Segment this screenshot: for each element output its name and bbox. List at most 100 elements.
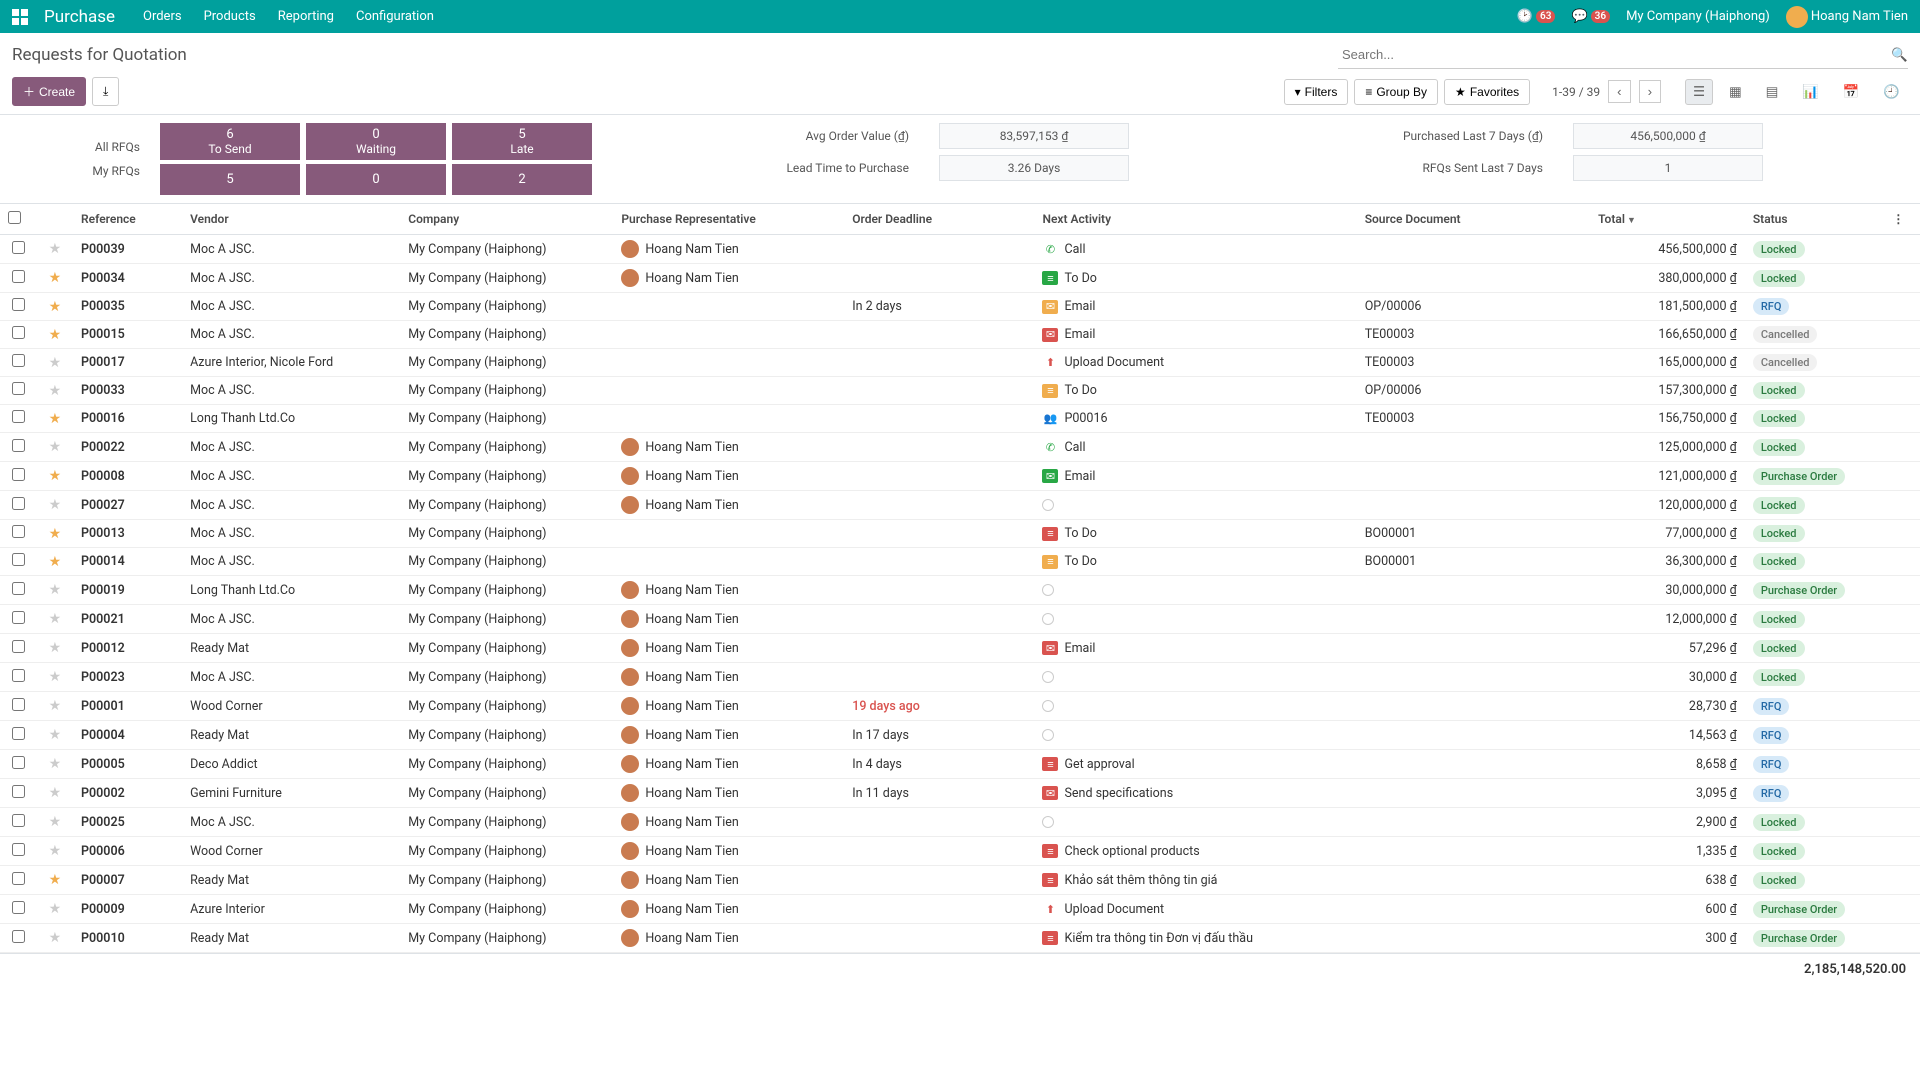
brand[interactable]: Purchase <box>44 7 115 27</box>
cell-activity[interactable]: ✉Email <box>1042 299 1348 314</box>
table-row[interactable]: ★P00021Moc A JSC.My Company (Haiphong)Ho… <box>0 605 1920 634</box>
th-total[interactable]: Total▼ <box>1590 204 1745 235</box>
table-row[interactable]: ★P00015Moc A JSC.My Company (Haiphong)✉E… <box>0 321 1920 349</box>
pager-next[interactable]: › <box>1639 80 1661 103</box>
cell-activity[interactable]: ✉Email <box>1042 327 1348 342</box>
cell-activity[interactable]: ✉Email <box>1042 641 1348 656</box>
pager[interactable]: 1-39 / 39 <box>1552 85 1600 99</box>
cell-rep[interactable]: Hoang Nam Tien <box>621 726 836 744</box>
cell-source[interactable] <box>1357 264 1590 293</box>
table-row[interactable]: ★P00017Azure Interior, Nicole FordMy Com… <box>0 349 1920 377</box>
row-checkbox[interactable] <box>12 354 25 367</box>
table-row[interactable]: ★P00002Gemini FurnitureMy Company (Haiph… <box>0 779 1920 808</box>
apps-icon[interactable] <box>12 9 28 25</box>
cell-source[interactable] <box>1357 721 1590 750</box>
discuss-indicator[interactable]: 💬 36 <box>1571 9 1610 24</box>
cell-activity[interactable] <box>1042 499 1348 511</box>
cell-source[interactable] <box>1357 634 1590 663</box>
cell-activity[interactable] <box>1042 613 1348 625</box>
user-menu[interactable]: Hoang Nam Tien <box>1786 6 1908 28</box>
star-toggle[interactable]: ★ <box>49 299 62 315</box>
star-toggle[interactable]: ★ <box>49 554 62 570</box>
table-row[interactable]: ★P00007Ready MatMy Company (Haiphong)Hoa… <box>0 866 1920 895</box>
cell-activity[interactable] <box>1042 700 1348 712</box>
table-row[interactable]: ★P00033Moc A JSC.My Company (Haiphong)≡T… <box>0 377 1920 405</box>
view-kanban[interactable]: ▦ <box>1721 79 1750 105</box>
cell-activity[interactable]: ≡Get approval <box>1042 757 1348 772</box>
star-toggle[interactable]: ★ <box>49 814 62 830</box>
cell-reference[interactable]: P00034 <box>73 264 182 293</box>
view-activity[interactable]: 🕘 <box>1875 79 1908 105</box>
row-checkbox[interactable] <box>12 497 25 510</box>
row-checkbox[interactable] <box>12 553 25 566</box>
cell-source[interactable]: BO00001 <box>1357 548 1590 576</box>
dash-waiting-all[interactable]: 0Waiting <box>306 123 446 160</box>
cell-reference[interactable]: P00010 <box>73 924 182 953</box>
cell-vendor[interactable]: Ready Mat <box>182 866 400 895</box>
cell-reference[interactable]: P00016 <box>73 405 182 433</box>
star-toggle[interactable]: ★ <box>49 756 62 772</box>
cell-reference[interactable]: P00002 <box>73 779 182 808</box>
cell-source[interactable] <box>1357 692 1590 721</box>
table-row[interactable]: ★P00016Long Thanh Ltd.CoMy Company (Haip… <box>0 405 1920 433</box>
nav-orders[interactable]: Orders <box>143 9 182 24</box>
groupby-button[interactable]: ≡Group By <box>1354 79 1438 105</box>
table-row[interactable]: ★P00022Moc A JSC.My Company (Haiphong)Ho… <box>0 433 1920 462</box>
cell-reference[interactable]: P00008 <box>73 462 182 491</box>
cell-reference[interactable]: P00027 <box>73 491 182 520</box>
cell-activity[interactable]: ⬆Upload Document <box>1042 902 1348 917</box>
cell-vendor[interactable]: Moc A JSC. <box>182 377 400 405</box>
dash-late-my[interactable]: 2 <box>452 164 592 195</box>
cell-rep[interactable]: Hoang Nam Tien <box>621 467 836 485</box>
cell-vendor[interactable]: Deco Addict <box>182 750 400 779</box>
table-row[interactable]: ★P00008Moc A JSC.My Company (Haiphong)Ho… <box>0 462 1920 491</box>
star-toggle[interactable]: ★ <box>49 439 62 455</box>
cell-activity[interactable]: ≡Kiểm tra thông tin Đơn vị đấu thầu <box>1042 931 1348 946</box>
dash-waiting-my[interactable]: 0 <box>306 164 446 195</box>
star-toggle[interactable]: ★ <box>49 468 62 484</box>
star-toggle[interactable]: ★ <box>49 872 62 888</box>
cell-rep[interactable]: Hoang Nam Tien <box>621 697 836 715</box>
cell-source[interactable]: TE00003 <box>1357 405 1590 433</box>
cell-vendor[interactable]: Moc A JSC. <box>182 548 400 576</box>
th-vendor[interactable]: Vendor <box>182 204 400 235</box>
cell-activity[interactable] <box>1042 671 1348 683</box>
cell-vendor[interactable]: Azure Interior <box>182 895 400 924</box>
star-toggle[interactable]: ★ <box>49 640 62 656</box>
table-row[interactable]: ★P00001Wood CornerMy Company (Haiphong)H… <box>0 692 1920 721</box>
cell-activity[interactable]: ≡Check optional products <box>1042 844 1348 859</box>
cell-vendor[interactable]: Moc A JSC. <box>182 264 400 293</box>
th-options[interactable]: ⋮ <box>1884 204 1920 235</box>
cell-source[interactable] <box>1357 924 1590 953</box>
star-toggle[interactable]: ★ <box>49 611 62 627</box>
star-toggle[interactable]: ★ <box>49 355 62 371</box>
cell-source[interactable] <box>1357 491 1590 520</box>
cell-activity[interactable]: 👥P00016 <box>1042 411 1348 426</box>
select-all-checkbox[interactable] <box>8 211 21 224</box>
dash-late-all[interactable]: 5Late <box>452 123 592 160</box>
cell-reference[interactable]: P00015 <box>73 321 182 349</box>
cell-source[interactable]: TE00003 <box>1357 321 1590 349</box>
cell-rep[interactable]: Hoang Nam Tien <box>621 784 836 802</box>
table-row[interactable]: ★P00014Moc A JSC.My Company (Haiphong)≡T… <box>0 548 1920 576</box>
cell-vendor[interactable]: Moc A JSC. <box>182 433 400 462</box>
cell-reference[interactable]: P00005 <box>73 750 182 779</box>
cell-vendor[interactable]: Gemini Furniture <box>182 779 400 808</box>
cell-reference[interactable]: P00006 <box>73 837 182 866</box>
star-toggle[interactable]: ★ <box>49 411 62 427</box>
cell-activity[interactable]: ✆Call <box>1042 440 1348 455</box>
cell-vendor[interactable]: Azure Interior, Nicole Ford <box>182 349 400 377</box>
cell-rep[interactable]: Hoang Nam Tien <box>621 610 836 628</box>
view-calendar[interactable]: 📅 <box>1835 79 1868 105</box>
cell-activity[interactable] <box>1042 584 1348 596</box>
cell-reference[interactable]: P00033 <box>73 377 182 405</box>
cell-source[interactable]: BO00001 <box>1357 520 1590 548</box>
cell-vendor[interactable]: Long Thanh Ltd.Co <box>182 405 400 433</box>
cell-rep[interactable]: Hoang Nam Tien <box>621 581 836 599</box>
pager-prev[interactable]: ‹ <box>1608 80 1630 103</box>
cell-rep[interactable]: Hoang Nam Tien <box>621 668 836 686</box>
filters-button[interactable]: ▾Filters <box>1284 79 1349 105</box>
dash-tosend-all[interactable]: 6To Send <box>160 123 300 160</box>
cell-reference[interactable]: P00039 <box>73 235 182 264</box>
cell-activity[interactable]: ≡To Do <box>1042 271 1348 286</box>
